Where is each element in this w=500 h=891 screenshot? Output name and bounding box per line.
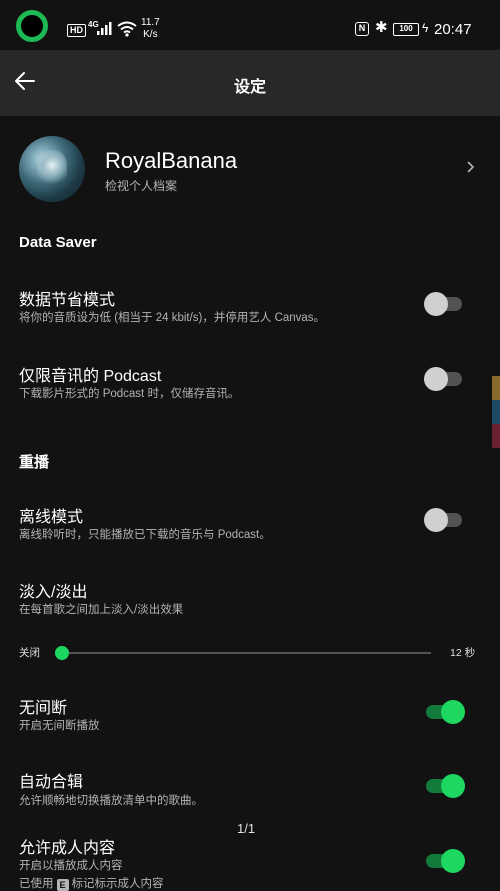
explicit-note-suffix: 标记标示成人内容 (71, 878, 164, 890)
charging-icon: ϟ (422, 21, 429, 35)
network-speed: 11.7 K/s (141, 17, 160, 41)
explicit-content-title: 允许成人内容 (19, 840, 116, 857)
nfc-icon: N (355, 22, 369, 36)
data-saver-mode-subtitle: 将你的音质设为低 (相当于 24 kbit/s)，并停用艺人 Canvas。 (19, 312, 326, 324)
signal-icon (97, 22, 112, 35)
explicit-badge-icon: E (56, 879, 69, 891)
gapless-title: 无间断 (19, 700, 68, 717)
crossfade-min-label: 关闭 (19, 647, 40, 659)
profile-name: RoyalBanana (105, 148, 238, 173)
speed-value: 11.7 (141, 17, 160, 28)
offline-mode-subtitle: 离线聆听时，只能播放已下载的音乐与 Podcast。 (19, 529, 271, 541)
offline-mode-title: 离线模式 (19, 509, 84, 526)
section-data-saver: Data Saver (19, 234, 97, 251)
explicit-content-toggle[interactable] (424, 846, 465, 876)
status-bar: HD 4G 11.7 K/s N ✱ 100 ϟ 20:47 (0, 0, 500, 50)
profile-row[interactable]: RoyalBanana 检视个人档案 (0, 130, 500, 206)
side-color-strip (492, 376, 500, 448)
audio-only-podcast-toggle[interactable] (424, 364, 464, 394)
hd-icon: HD (67, 24, 86, 37)
clock: 20:47 (434, 21, 472, 38)
app-header: 设定 (0, 50, 500, 116)
crossfade-title: 淡入/淡出 (19, 584, 88, 601)
avatar (19, 136, 85, 202)
explicit-note-prefix: 已使用 (19, 878, 54, 890)
battery-icon: 100 (393, 23, 419, 36)
gapless-subtitle: 开启无间断播放 (19, 720, 100, 732)
data-saver-mode-toggle[interactable] (424, 289, 464, 319)
explicit-content-subtitle: 开启以播放成人内容 (19, 860, 123, 872)
automix-title: 自动合辑 (19, 774, 84, 791)
data-saver-mode-title: 数据节省模式 (19, 292, 116, 309)
audio-only-podcast-title: 仅限音讯的 Podcast (19, 368, 162, 385)
chevron-right-icon (467, 161, 475, 173)
gapless-toggle[interactable] (424, 697, 465, 727)
automix-subtitle: 允许顺畅地切换播放清单中的歌曲。 (19, 795, 203, 807)
page-indicator: 1/1 (237, 821, 256, 836)
view-profile-label: 检视个人档案 (105, 179, 178, 193)
audio-only-podcast-subtitle: 下载影片形式的 Podcast 时，仅储存音讯。 (19, 388, 240, 400)
wifi-icon (117, 21, 137, 37)
offline-mode-toggle[interactable] (424, 505, 464, 535)
crossfade-max-label: 12 秒 (450, 647, 476, 659)
automix-toggle[interactable] (424, 771, 465, 801)
crossfade-subtitle: 在每首歌之间加上淡入/淡出效果 (19, 604, 184, 616)
page-title: 设定 (233, 79, 266, 96)
explicit-content-subtitle-2: 已使用 E 标记标示成人内容 (19, 875, 164, 891)
bluetooth-icon: ✱ (375, 19, 388, 36)
crossfade-slider-track[interactable] (62, 652, 431, 654)
speed-unit: K/s (143, 29, 158, 40)
notification-ring-icon (16, 10, 48, 42)
crossfade-slider-handle[interactable] (55, 646, 69, 660)
section-playback: 重播 (19, 454, 50, 471)
